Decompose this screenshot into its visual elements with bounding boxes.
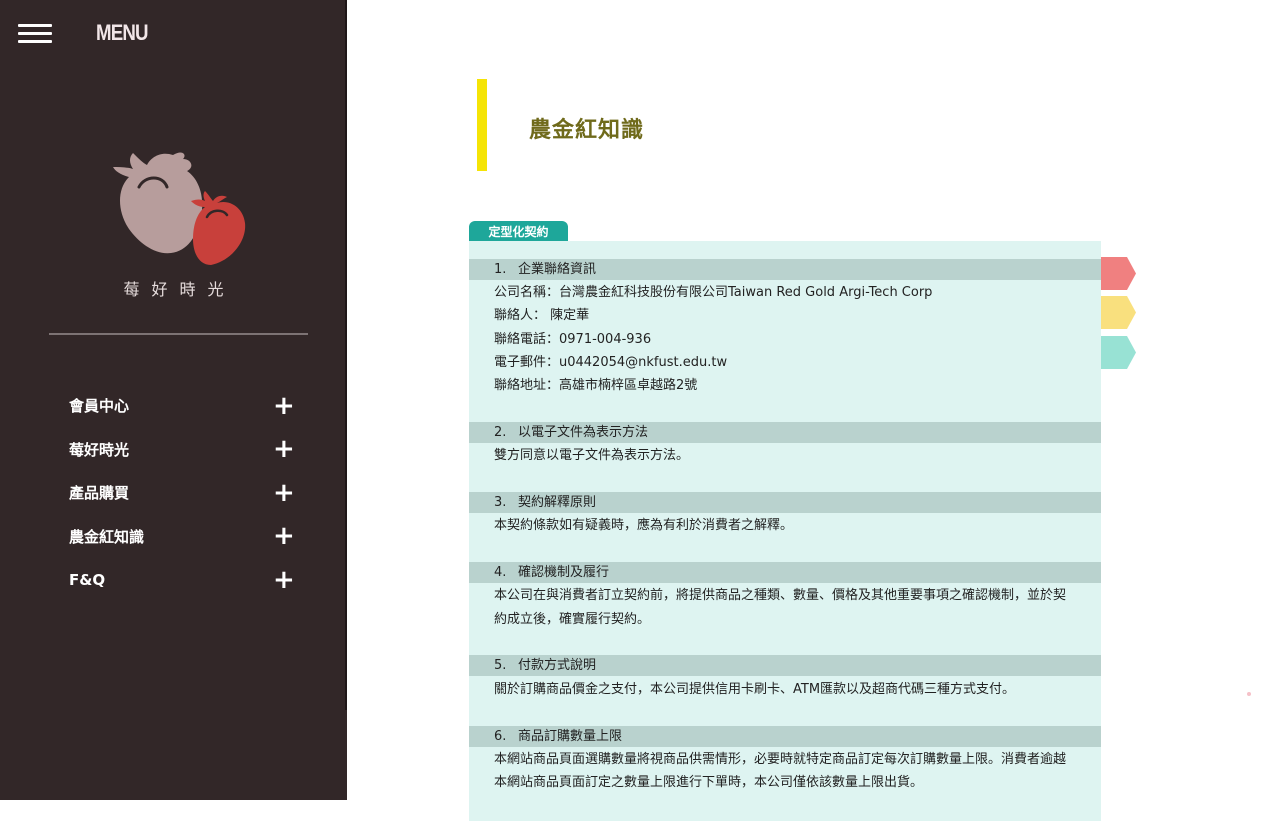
tab-standard-contract[interactable]: 定型化契約	[469, 221, 568, 242]
section-text: 本契約條款如有疑義時，應為有利於消費者之解釋。	[494, 518, 794, 533]
sidebar: MENU 莓好時光 會員中心 + 莓好時光 + 產品購買 + 農金紅知識 + F…	[0, 0, 347, 800]
section-title: 商品訂購數量上限	[518, 729, 623, 744]
sidebar-item-berry-time[interactable]: 莓好時光 +	[69, 428, 295, 472]
sidebar-divider	[49, 333, 308, 335]
section-number: 2.	[494, 425, 507, 440]
sidebar-item-label: F&Q	[69, 570, 106, 589]
sidebar-item-member-center[interactable]: 會員中心 +	[69, 384, 295, 428]
plus-icon[interactable]: +	[273, 523, 295, 549]
section-number: 5.	[494, 658, 507, 673]
section-heading: 1. 企業聯絡資訊	[469, 259, 1101, 280]
section-title: 付款方式說明	[518, 658, 597, 673]
plus-icon[interactable]: +	[273, 393, 295, 419]
brand-name: 莓好時光	[123, 280, 236, 299]
section-heading: 6. 商品訂購數量上限	[469, 726, 1101, 747]
plus-icon[interactable]: +	[273, 436, 295, 462]
section-heading: 5. 付款方式說明	[469, 655, 1101, 676]
section-text: 本網站商品頁面訂定之數量上限進行下單時，本公司僅依該數量上限出貨。	[494, 775, 924, 790]
section-title: 企業聯絡資訊	[518, 262, 597, 277]
sidebar-nav: 會員中心 + 莓好時光 + 產品購買 + 農金紅知識 + F&Q +	[69, 384, 295, 602]
company-name-line: 公司名稱：台灣農金紅科技股份有限公司Taiwan Red Gold Argi-T…	[494, 285, 933, 300]
section-heading: 4. 確認機制及履行	[469, 562, 1101, 583]
sidebar-item-label: 莓好時光	[69, 440, 130, 459]
menu-label[interactable]: MENU	[96, 20, 149, 46]
strawberry-logo-icon	[113, 152, 246, 265]
sidebar-item-label: 會員中心	[69, 397, 130, 416]
section-number: 3.	[494, 495, 507, 510]
plus-icon[interactable]: +	[273, 480, 295, 506]
sidebar-item-knowledge[interactable]: 農金紅知識 +	[69, 515, 295, 559]
page-title: 農金紅知識	[529, 118, 645, 143]
phone-line: 聯絡電話：0971-004-936	[494, 332, 652, 347]
section-number: 1.	[494, 262, 507, 277]
contact-person-line: 聯絡人： 陳定華	[494, 308, 590, 323]
section-number: 6.	[494, 729, 507, 744]
section-title: 以電子文件為表示方法	[518, 425, 649, 440]
hamburger-menu-icon[interactable]	[18, 22, 54, 44]
section-title: 確認機制及履行	[518, 565, 610, 580]
section-text: 關於訂購商品價金之支付，本公司提供信用卡刷卡、ATM匯款以及超商代碼三種方式支付…	[494, 682, 1016, 697]
sidebar-item-faq[interactable]: F&Q +	[69, 558, 295, 602]
section-heading: 3. 契約解釋原則	[469, 492, 1101, 513]
title-accent-bar	[477, 79, 487, 171]
sidebar-item-products[interactable]: 產品購買 +	[69, 471, 295, 515]
plus-icon[interactable]: +	[273, 567, 295, 593]
email-line: 電子郵件：u0442054@nkfust.edu.tw	[494, 355, 728, 370]
sidebar-item-label: 農金紅知識	[69, 527, 145, 546]
section-text: 本網站商品頁面選購數量將視商品供需情形，必要時就特定商品訂定每次訂購數量上限。消…	[494, 752, 1067, 767]
address-line: 聯絡地址：高雄市楠梓區卓越路2號	[494, 378, 698, 393]
red-bookmark-flag[interactable]	[1101, 257, 1136, 290]
section-text: 本公司在與消費者訂立契約前，將提供商品之種類、數量、價格及其他重要事項之確認機制…	[494, 588, 1067, 603]
section-heading: 2. 以電子文件為表示方法	[469, 422, 1101, 443]
main-content: 農金紅知識 定型化契約 1. 企業聯絡資訊 公司名稱：台灣農金紅科技股份有限公司T…	[347, 0, 1280, 821]
contract-panel: 1. 企業聯絡資訊 公司名稱：台灣農金紅科技股份有限公司Taiwan Red Go…	[469, 241, 1101, 821]
teal-bookmark-flag[interactable]	[1101, 336, 1136, 369]
sidebar-item-label: 產品購買	[69, 484, 130, 503]
yellow-bookmark-flag[interactable]	[1101, 296, 1136, 329]
section-title: 契約解釋原則	[518, 495, 597, 510]
section-text: 雙方同意以電子文件為表示方法。	[494, 448, 690, 463]
decorative-dot	[1247, 692, 1251, 696]
section-text: 約成立後，確實履行契約。	[494, 612, 651, 627]
section-number: 4.	[494, 565, 507, 580]
